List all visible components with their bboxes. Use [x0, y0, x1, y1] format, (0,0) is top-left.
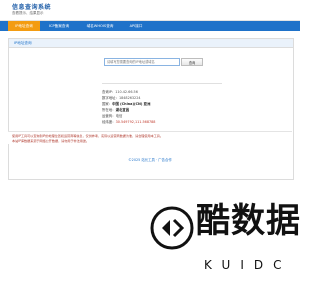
result-key: 国家：	[102, 102, 113, 106]
result-row-isp: 运营商：电信	[102, 114, 122, 119]
site-header: 信息查询系统 查看提示、结果显示	[0, 0, 300, 21]
site-tagline: 查看提示、结果显示	[12, 11, 44, 15]
result-value: 30.549792,111.568788	[115, 120, 156, 124]
query-button[interactable]: 查询	[181, 58, 203, 66]
main-nav: IP地址查询 ICP备案查询 域名WHOIS查询 API接口	[0, 21, 300, 31]
result-row-number: 数字地址：1848263224	[102, 96, 141, 101]
watermark-subtitle: KUIDC	[204, 258, 292, 272]
panel-header: IP地址查询	[9, 39, 293, 48]
result-row-country: 国家：中国 (China)(CN) 亚洲	[102, 102, 150, 107]
brand-logo-icon	[150, 206, 194, 250]
result-info: 查询IP：110.42.66.56 数字地址：1848263224 国家：中国 …	[102, 83, 222, 124]
result-key: 查询IP：	[102, 90, 116, 94]
nav-item-ip-query[interactable]: IP地址查询	[8, 21, 40, 31]
site-name[interactable]: 信息查询系统	[12, 2, 51, 11]
footer-copyright[interactable]: ©2025 站长工具 · 广告合作	[0, 156, 300, 164]
result-value: 1848263224	[118, 96, 141, 100]
result-key: 经纬度：	[102, 120, 116, 124]
result-key: 运营商：	[102, 114, 116, 118]
result-value: 中国 (China)(CN) 亚洲	[112, 102, 151, 106]
watermark-title: 酷数据	[196, 201, 301, 241]
nav-item-whois-query[interactable]: 域名WHOIS查询	[78, 21, 122, 31]
notice-box: 使用IP工具可以查询到IP的地理位置和运营商等信息，仅供参考，实际以运营商数据为…	[8, 131, 292, 144]
watermark: 酷数据 KUIDC	[148, 198, 301, 298]
result-key: 数字地址：	[102, 96, 119, 100]
result-key: 所在地：	[102, 108, 116, 112]
notice-line: 本站IP库数据来源于网络公开数据，请勿用于非法用途。	[12, 139, 90, 143]
ip-search-input[interactable]	[104, 58, 180, 66]
result-value: 电信	[115, 114, 123, 118]
result-value: 110.42.66.56	[115, 90, 138, 94]
notice-line: 使用IP工具可以查询到IP的地理位置和运营商等信息，仅供参考，实际以运营商数据为…	[12, 134, 163, 138]
panel-title: IP地址查询	[14, 41, 32, 45]
result-row-coords: 经纬度：30.549792,111.568788	[102, 120, 155, 125]
result-value: 湖北宜昌	[115, 108, 130, 112]
result-row-location: 所在地：湖北宜昌	[102, 108, 129, 113]
result-row-ip: 查询IP：110.42.66.56	[102, 90, 138, 95]
nav-item-api[interactable]: API接口	[124, 21, 148, 31]
nav-item-icp-query[interactable]: ICP备案查询	[42, 21, 76, 31]
